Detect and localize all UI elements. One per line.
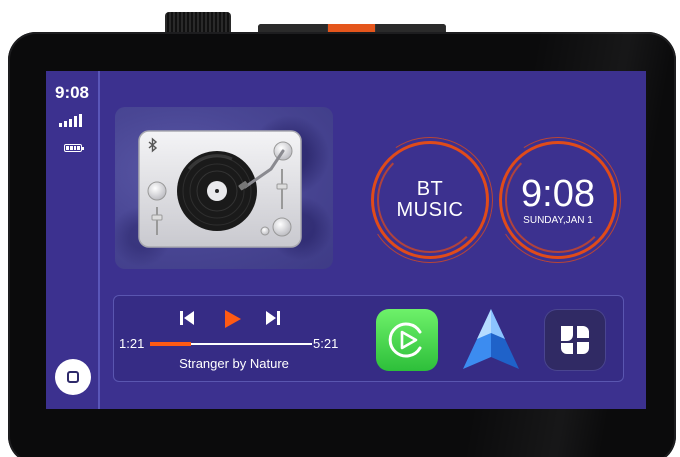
home-icon [67,371,79,383]
android-auto-icon[interactable] [459,307,523,371]
play-icon[interactable] [222,309,242,329]
carplay-app[interactable] [376,309,438,371]
battery-icon [64,144,84,152]
bt-music-line2: MUSIC [396,199,464,221]
bt-music-button[interactable]: BT MUSIC [371,141,489,259]
home-button[interactable] [55,359,91,395]
clock-widget: 9:08 SUNDAY,JAN 1 [499,141,617,259]
bt-music-line1: BT [416,178,444,200]
clock-date: SUNDAY,JAN 1 [523,214,593,226]
status-clock: 9:08 [54,83,90,102]
more-apps-button[interactable] [544,309,606,371]
status-rail: 9:08 [46,71,100,409]
app-grid-icon [561,326,589,354]
music-widget[interactable] [115,107,333,269]
clock-time: 9:08 [521,172,595,215]
progress-bar[interactable] [150,342,312,346]
head-unit-screen: 9:08 BT MUSIC 9:08 SUNDAY,JAN 1 1:21 5:2… [46,71,646,409]
signal-bars-icon [59,113,85,127]
duration-time: 5:21 [313,336,339,351]
elapsed-time: 1:21 [119,336,145,351]
media-dock: 1:21 5:21 Stranger by Nature [113,295,624,382]
carplay-icon [388,322,422,358]
skip-next-icon[interactable] [264,309,282,327]
song-title: Stranger by Nature [179,356,289,371]
turntable-icon [138,130,302,248]
progress-fill [150,342,191,346]
skip-previous-icon[interactable] [178,309,196,327]
